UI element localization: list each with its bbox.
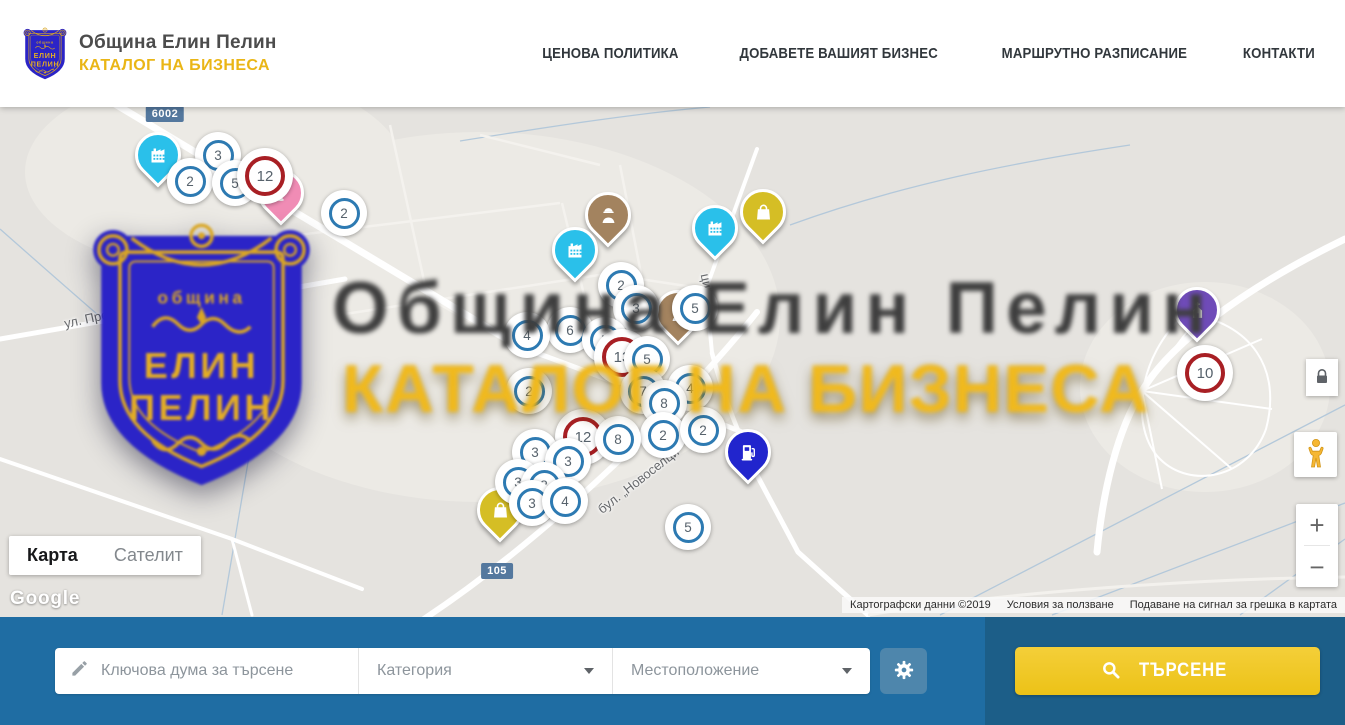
map-type-map-button[interactable]: Карта <box>9 536 96 575</box>
attribution-text: Картографски данни ©2019 <box>850 599 991 611</box>
zoom-in-button[interactable]: + <box>1296 504 1338 545</box>
nav-item-add-business[interactable]: ДОБАВЕТЕ ВАШИЯТ БИЗНЕС <box>726 45 951 62</box>
cluster-marker[interactable]: 12 <box>237 148 293 204</box>
search-bar: Категория Местоположение ТЪРСЕНЕ <box>0 617 1345 725</box>
nav-item-route-schedule[interactable]: МАРШРУТНО РАЗПИСАНИЕ <box>989 45 1200 62</box>
municipality-crest-icon <box>22 26 68 82</box>
category-select[interactable]: Категория <box>358 648 612 694</box>
nav-item-pricing-policy[interactable]: ЦЕНОВА ПОЛИТИКА <box>533 45 688 62</box>
attribution-link[interactable]: Подаване на сигнал за грешка в картата <box>1130 599 1337 611</box>
map-canvas[interactable]: 6002105ул. Преславбул. „Новоселци“ци“ 32… <box>0 107 1345 617</box>
cluster-marker[interactable]: 10 <box>1177 345 1233 401</box>
site-subtitle: КАТАЛОГ НА БИЗНЕСА <box>79 57 277 75</box>
cluster-marker[interactable]: 5 <box>665 504 711 550</box>
search-button-label: ТЪРСЕНЕ <box>1139 660 1227 682</box>
search-button[interactable]: ТЪРСЕНЕ <box>1015 647 1320 695</box>
map-type-control: Карта Сателит <box>9 536 201 575</box>
street-view-lock-button[interactable] <box>1306 359 1338 396</box>
zoom-out-button[interactable]: − <box>1296 546 1338 587</box>
site-title: Община Елин Пелин <box>79 32 277 54</box>
cluster-marker[interactable]: 2 <box>167 158 213 204</box>
keyword-input[interactable] <box>99 661 358 681</box>
chevron-down-icon <box>842 668 852 674</box>
cluster-marker[interactable]: 8 <box>595 416 641 462</box>
cluster-layer: 325122235647135274822128333834510 <box>0 107 1345 617</box>
chevron-down-icon <box>584 668 594 674</box>
page: Община Елин Пелин КАТАЛОГ НА БИЗНЕСА ЦЕН… <box>0 0 1345 725</box>
nav-item-contacts[interactable]: КОНТАКТИ <box>1238 45 1320 62</box>
keyword-field[interactable] <box>55 648 358 694</box>
main-nav: ЦЕНОВА ПОЛИТИКА ДОБАВЕТЕ ВАШИЯТ БИЗНЕС МАР… <box>533 45 1320 62</box>
cluster-marker[interactable]: 5 <box>672 285 718 331</box>
attribution-link[interactable]: Условия за ползване <box>1007 599 1114 611</box>
category-select-value: Категория <box>377 662 452 680</box>
zoom-control: + − <box>1296 504 1338 587</box>
location-select[interactable]: Местоположение <box>612 648 870 694</box>
search-fields: Категория Местоположение <box>55 648 870 694</box>
cluster-marker[interactable]: 2 <box>506 368 552 414</box>
site-header: Община Елин Пелин КАТАЛОГ НА БИЗНЕСА ЦЕН… <box>0 0 1345 107</box>
cluster-marker[interactable]: 2 <box>640 412 686 458</box>
gear-icon <box>893 659 915 684</box>
pegman-icon <box>1305 437 1327 472</box>
map-attribution: Картографски данни ©2019 Условия за ползв… <box>842 597 1345 613</box>
logo-text: Община Елин Пелин КАТАЛОГ НА БИЗНЕСА <box>79 32 277 75</box>
location-select-value: Местоположение <box>631 662 759 680</box>
cluster-marker[interactable]: 4 <box>504 312 550 358</box>
cluster-marker[interactable]: 4 <box>542 478 588 524</box>
search-icon <box>1101 660 1121 683</box>
lock-icon <box>1315 368 1329 388</box>
pegman-button[interactable] <box>1294 432 1337 477</box>
pencil-icon <box>70 659 89 683</box>
google-logo[interactable]: Google <box>10 588 80 610</box>
settings-button[interactable] <box>880 648 927 694</box>
cluster-marker[interactable]: 2 <box>680 407 726 453</box>
site-logo[interactable]: Община Елин Пелин КАТАЛОГ НА БИЗНЕСА <box>22 26 277 82</box>
map-type-satellite-button[interactable]: Сателит <box>96 536 201 575</box>
cluster-marker[interactable]: 2 <box>321 190 367 236</box>
